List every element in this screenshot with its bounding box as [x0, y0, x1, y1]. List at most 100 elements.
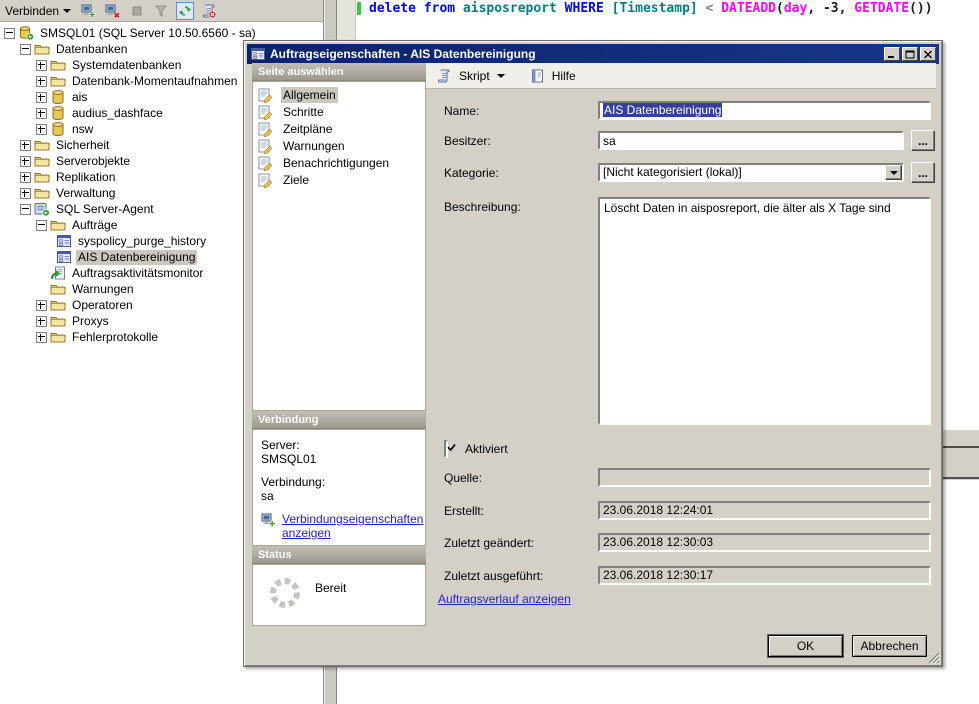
description-textarea[interactable]: Löscht Daten in aisposreport, die älter … — [598, 197, 931, 425]
owner-label: Besitzer: — [444, 134, 491, 148]
folder-icon — [50, 217, 66, 233]
created-value: 23.06.2018 12:24:01 — [600, 503, 929, 518]
minimize-button[interactable] — [884, 47, 900, 61]
sql-token: DATEADD — [721, 1, 776, 16]
page-icon — [257, 138, 273, 154]
expand-icon[interactable] — [36, 124, 47, 135]
job-history-link[interactable]: Auftragsverlauf anzeigen — [438, 592, 571, 606]
sql-token: [Timestamp] — [612, 1, 698, 16]
folder-icon — [50, 57, 66, 73]
server-label: Server: — [261, 438, 425, 452]
nav-item-allgemein[interactable]: Allgemein — [253, 86, 425, 103]
screen: { "explorer": { "connect_label": "Verbin… — [0, 0, 979, 704]
collapse-icon[interactable] — [4, 28, 15, 39]
connection-properties-link[interactable]: Verbindungseigenschaften anzeigen — [282, 512, 414, 540]
category-browse-button[interactable]: ... — [911, 162, 935, 183]
close-button[interactable] — [920, 47, 936, 61]
collapse-icon[interactable] — [20, 204, 31, 215]
modified-label: Zuletzt geändert: — [444, 536, 534, 550]
nav-item-warnungen[interactable]: Warnungen — [253, 137, 425, 154]
server-icon — [18, 25, 34, 41]
source-label: Quelle: — [444, 471, 482, 485]
editor-change-bar — [357, 2, 361, 15]
sql-token: GETDATE — [854, 1, 909, 16]
sql-token: day — [784, 1, 807, 16]
disconnect-server-icon[interactable] — [104, 2, 122, 20]
page-icon — [257, 172, 273, 188]
sql-token: ()) — [909, 1, 932, 16]
status-value: Bereit — [315, 581, 346, 595]
expand-icon[interactable] — [20, 140, 31, 151]
database-icon — [50, 121, 66, 137]
nav-item-benachrichtigungen[interactable]: Benachrichtigungen — [253, 154, 425, 171]
category-value: [Nicht kategorisiert (lokal)] — [600, 165, 885, 180]
ok-button[interactable]: OK — [768, 635, 843, 657]
collapse-icon[interactable] — [36, 220, 47, 231]
dialog-title: Auftragseigenschaften - AIS Datenbereini… — [270, 47, 880, 61]
sql-statement[interactable]: delete from aisposreport WHERE [Timestam… — [369, 1, 933, 16]
chevron-down-icon[interactable] — [497, 74, 505, 78]
expand-icon[interactable] — [36, 300, 47, 311]
agent-icon — [34, 201, 50, 217]
expand-icon[interactable] — [36, 108, 47, 119]
description-label: Beschreibung: — [444, 200, 521, 214]
tree-node-server[interactable]: SMSQL01 (SQL Server 10.50.6560 - sa) — [0, 25, 323, 41]
resize-grip[interactable] — [927, 651, 940, 664]
nav-item-schritte[interactable]: Schritte — [253, 103, 425, 120]
connect-server-icon[interactable] — [80, 2, 98, 20]
folder-icon — [50, 281, 66, 297]
folder-icon — [50, 329, 66, 345]
expand-icon[interactable] — [20, 172, 31, 183]
job-icon — [56, 233, 72, 249]
collapse-icon[interactable] — [20, 44, 31, 55]
server-value: SMSQL01 — [261, 452, 425, 466]
expand-icon[interactable] — [20, 156, 31, 167]
help-icon — [529, 68, 545, 84]
nav-item-ziele[interactable]: Ziele — [253, 171, 425, 188]
enabled-label[interactable]: Aktiviert — [465, 442, 508, 456]
connection-value: sa — [261, 489, 425, 503]
connection-label: Verbindung: — [261, 475, 425, 489]
help-button[interactable]: Hilfe — [550, 69, 578, 83]
category-label: Kategorie: — [444, 166, 499, 180]
name-label: Name: — [444, 104, 479, 118]
connect-dropdown-button[interactable]: Verbinden — [2, 3, 74, 19]
page-icon — [257, 87, 273, 103]
expand-icon[interactable] — [36, 332, 47, 343]
executed-label: Zuletzt ausgeführt: — [444, 569, 543, 583]
page-icon — [257, 155, 273, 171]
dropdown-arrow-icon[interactable] — [885, 165, 902, 180]
stop-icon — [128, 2, 146, 20]
sql-token: , -3, — [807, 1, 854, 16]
connection-panel: Server: SMSQL01 Verbindung: sa Verbindun… — [252, 429, 426, 546]
cancel-button[interactable]: Abbrechen — [852, 635, 927, 657]
owner-browse-button[interactable]: ... — [911, 130, 935, 151]
page-icon — [257, 121, 273, 137]
script-button[interactable]: Skript — [457, 69, 492, 83]
expand-icon[interactable] — [36, 92, 47, 103]
name-input[interactable]: AIS Datenbereinigung — [598, 101, 931, 120]
pages-section-header: Seite auswählen — [252, 63, 426, 81]
sql-token: WHERE — [557, 1, 612, 16]
script-icon — [436, 68, 452, 84]
owner-input[interactable] — [598, 131, 904, 150]
expand-icon[interactable] — [36, 60, 47, 71]
modified-field: 23.06.2018 12:30:03 — [598, 533, 931, 552]
enabled-checkbox[interactable] — [444, 440, 448, 458]
executed-value: 23.06.2018 12:30:17 — [600, 568, 929, 583]
nav-item-zeitplaene[interactable]: Zeitpläne — [253, 120, 425, 137]
expand-icon[interactable] — [36, 76, 47, 87]
object-explorer-toolbar: Verbinden — [0, 0, 337, 22]
script-error-icon[interactable] — [200, 2, 218, 20]
executed-field: 23.06.2018 12:30:17 — [598, 566, 931, 585]
folder-icon — [34, 169, 50, 185]
source-value — [600, 470, 929, 472]
expand-icon[interactable] — [36, 316, 47, 327]
sql-token: delete from — [369, 1, 463, 16]
category-select[interactable]: [Nicht kategorisiert (lokal)] — [598, 163, 904, 182]
folder-icon — [34, 185, 50, 201]
dialog-titlebar[interactable]: Auftragseigenschaften - AIS Datenbereini… — [247, 44, 939, 64]
refresh-icon[interactable] — [176, 2, 194, 20]
expand-icon[interactable] — [20, 188, 31, 199]
maximize-button[interactable] — [902, 47, 918, 61]
